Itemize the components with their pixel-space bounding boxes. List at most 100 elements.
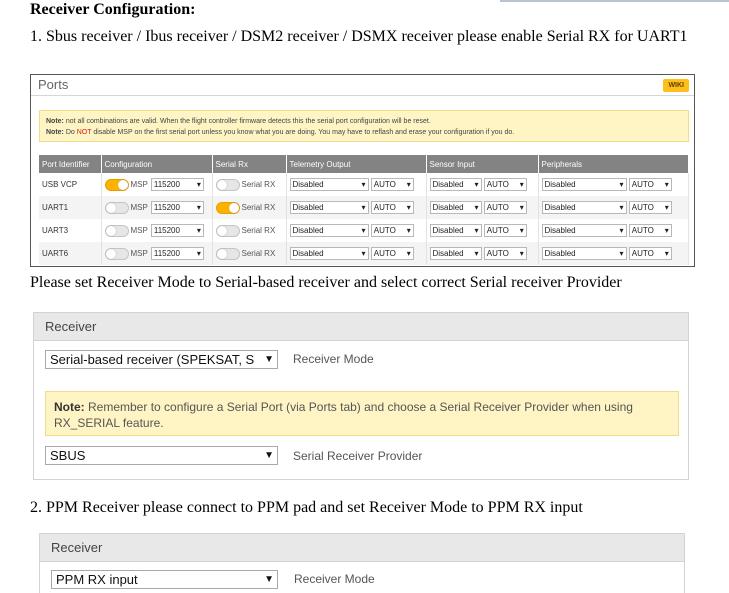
telemetry-cell: Disabled AUTO (286, 173, 427, 196)
telemetry-baud-select-value: AUTO (373, 203, 396, 212)
section-heading: Receiver Configuration: (30, 1, 196, 18)
peripherals-cell: Disabled AUTO (538, 219, 689, 242)
serial-rx-label: Serial RX (241, 249, 276, 258)
sensor-select-value: Disabled (432, 249, 464, 258)
step-two-text: 2. PPM Receiver please connect to PPM pa… (30, 499, 583, 516)
telemetry-select[interactable]: Disabled (289, 178, 369, 191)
serial-rx-toggle[interactable] (215, 224, 240, 237)
ports-title: Ports (38, 77, 69, 92)
msp-label: MSP (130, 203, 148, 212)
peripherals-cell: Disabled AUTO (538, 173, 689, 196)
wiki-button[interactable]: WIKI (663, 79, 689, 92)
peripheral-select[interactable]: Disabled (541, 224, 627, 237)
telemetry-baud-select[interactable]: AUTO (370, 224, 414, 237)
telemetry-select-value: Disabled (292, 226, 324, 235)
sensor-select[interactable]: Disabled (429, 201, 482, 214)
port-identifier-cell: UART6 (39, 242, 102, 265)
peripheral-baud-select[interactable]: AUTO (628, 201, 672, 214)
baud-rate-select[interactable]: 115200 (150, 178, 204, 191)
receiver-mode-select[interactable]: Serial-based receiver (SPEKSAT, S ▼ (45, 350, 278, 369)
receiver-panel-ppm: Receiver PPM RX input ▼ Receiver Mode (39, 533, 685, 593)
telemetry-select-value: Disabled (292, 180, 324, 189)
ports-note-line-1: Note: not all combinations are valid. Wh… (46, 118, 431, 125)
msp-label: MSP (130, 249, 148, 258)
baud-rate-select-value: 115200 (153, 226, 180, 235)
sensor-cell: Disabled AUTO (426, 196, 539, 219)
sensor-baud-select[interactable]: AUTO (483, 178, 527, 191)
receiver-note: Note: Remember to configure a Serial Por… (45, 391, 679, 436)
port-identifier-cell: UART1 (39, 196, 102, 219)
telemetry-baud-select[interactable]: AUTO (370, 201, 414, 214)
sensor-select[interactable]: Disabled (429, 178, 482, 191)
sensor-cell: Disabled AUTO (426, 219, 539, 242)
serial-rx-toggle[interactable] (215, 201, 240, 214)
port-identifier: UART1 (42, 203, 69, 212)
telemetry-baud-select[interactable]: AUTO (370, 247, 414, 260)
column-header: Port Identifier (39, 155, 102, 173)
table-row: UART1MSP115200Serial RXDisabled AUTODisa… (39, 196, 689, 219)
telemetry-cell: Disabled AUTO (286, 242, 427, 265)
sensor-select[interactable]: Disabled (429, 224, 482, 237)
peripheral-baud-select[interactable]: AUTO (628, 178, 672, 191)
peripheral-select-value: Disabled (544, 226, 576, 235)
peripheral-select-value: Disabled (544, 180, 576, 189)
peripherals-cell: Disabled AUTO (538, 196, 689, 219)
msp-toggle[interactable] (104, 201, 129, 214)
msp-toggle[interactable] (104, 224, 129, 237)
sensor-baud-select[interactable]: AUTO (483, 201, 527, 214)
sensor-baud-select-value: AUTO (486, 203, 509, 212)
sensor-select[interactable]: Disabled (429, 247, 482, 260)
baud-rate-select[interactable]: 115200 (150, 247, 204, 260)
receiver-panel-serial: Receiver Serial-based receiver (SPEKSAT,… (33, 312, 689, 480)
port-identifier-cell: USB VCP (39, 173, 102, 196)
sensor-baud-select[interactable]: AUTO (483, 224, 527, 237)
sensor-baud-select[interactable]: AUTO (483, 247, 527, 260)
telemetry-select[interactable]: Disabled (289, 224, 369, 237)
top-divider (500, 0, 729, 2)
dropdown-arrow-icon: ▼ (264, 574, 274, 585)
telemetry-cell: Disabled AUTO (286, 219, 427, 242)
peripheral-baud-select[interactable]: AUTO (628, 247, 672, 260)
sensor-select-value: Disabled (432, 180, 464, 189)
serial-rx-cell: Serial RX (212, 173, 287, 196)
msp-toggle[interactable] (104, 178, 129, 191)
peripheral-select[interactable]: Disabled (541, 178, 627, 191)
peripheral-select[interactable]: Disabled (541, 247, 627, 260)
telemetry-baud-select-value: AUTO (373, 249, 396, 258)
serial-rx-toggle[interactable] (215, 247, 240, 260)
configuration-cell: MSP 115200 (101, 196, 213, 219)
telemetry-baud-select[interactable]: AUTO (370, 178, 414, 191)
configuration-cell: MSP 115200 (101, 219, 213, 242)
peripheral-baud-select-value: AUTO (631, 249, 654, 258)
peripherals-cell: Disabled AUTO (538, 242, 689, 265)
receiver-panel-header: Receiver (40, 534, 684, 562)
receiver-mode-label: Receiver Mode (293, 352, 374, 366)
telemetry-select-value: Disabled (292, 249, 324, 258)
receiver-note-text: Remember to configure a Serial Port (via… (54, 400, 633, 430)
peripheral-baud-select-value: AUTO (631, 203, 654, 212)
baud-rate-select[interactable]: 115200 (150, 201, 204, 214)
msp-toggle[interactable] (104, 247, 129, 260)
peripheral-baud-select-value: AUTO (631, 180, 654, 189)
telemetry-select[interactable]: Disabled (289, 201, 369, 214)
sensor-baud-select-value: AUTO (486, 180, 509, 189)
column-header: Serial Rx (212, 155, 287, 173)
peripheral-select[interactable]: Disabled (541, 201, 627, 214)
ports-note: Note: not all combinations are valid. Wh… (39, 110, 689, 142)
baud-rate-select-value: 115200 (153, 249, 180, 258)
receiver-mode-select[interactable]: PPM RX input ▼ (51, 570, 278, 589)
column-header: Telemetry Output (286, 155, 427, 173)
peripheral-select-value: Disabled (544, 203, 576, 212)
serial-provider-select[interactable]: SBUS ▼ (45, 446, 278, 465)
telemetry-cell: Disabled AUTO (286, 196, 427, 219)
port-identifier: UART3 (42, 226, 69, 235)
baud-rate-select[interactable]: 115200 (150, 224, 204, 237)
telemetry-select[interactable]: Disabled (289, 247, 369, 260)
ports-note-line-2: Note: Do NOT disable MSP on the first se… (46, 129, 515, 136)
peripheral-baud-select[interactable]: AUTO (628, 224, 672, 237)
sensor-baud-select-value: AUTO (486, 249, 509, 258)
receiver-panel-title: Receiver (51, 540, 103, 555)
peripheral-select-value: Disabled (544, 249, 576, 258)
sensor-select-value: Disabled (432, 226, 464, 235)
serial-rx-toggle[interactable] (215, 178, 240, 191)
